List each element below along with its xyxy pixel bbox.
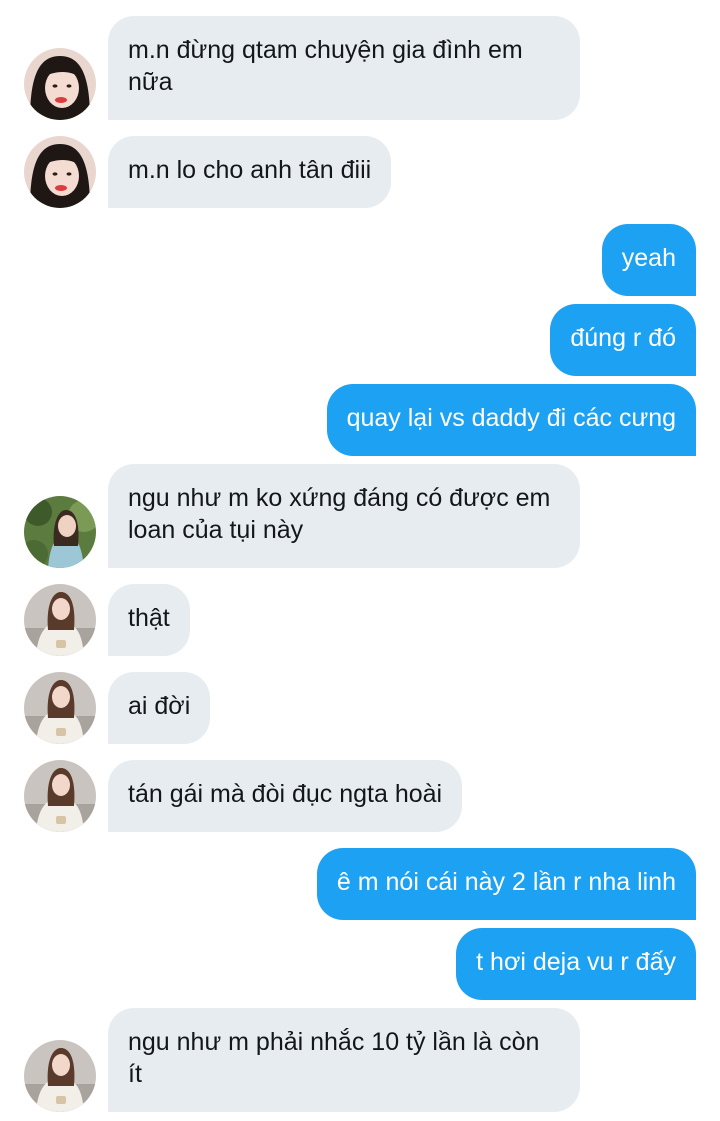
message-text: m.n đừng qtam chuyện gia đình em nữa (128, 36, 523, 96)
message-text: t hơi deja vu r đấy (476, 948, 676, 976)
message-text: m.n lo cho anh tân điii (128, 156, 372, 184)
avatar[interactable] (24, 760, 96, 832)
avatar-photo-icon (24, 760, 96, 832)
message-text: ngu như m ko xứng đáng có được em loan c… (128, 484, 551, 544)
message-text: tán gái mà đòi đục ngta hoài (128, 780, 443, 808)
incoming-message[interactable]: ngu như m phải nhắc 10 tỷ lần là còn ít (108, 1008, 580, 1112)
incoming-message[interactable]: ngu như m ko xứng đáng có được em loan c… (108, 464, 580, 568)
avatar-photo-icon (24, 496, 96, 568)
message-text: ai đời (128, 692, 191, 720)
avatar[interactable] (24, 584, 96, 656)
outgoing-message[interactable]: đúng r đó (550, 304, 696, 376)
avatar-photo-icon (24, 48, 96, 120)
message-text: ê m nói cái này 2 lần r nha linh (336, 868, 676, 896)
message-text: đúng r đó (570, 324, 676, 352)
avatar[interactable] (24, 136, 96, 208)
incoming-message[interactable]: tán gái mà đòi đục ngta hoài (108, 760, 463, 832)
incoming-message[interactable]: ai đời (108, 672, 211, 744)
avatar[interactable] (24, 496, 96, 568)
incoming-message[interactable]: m.n đừng qtam chuyện gia đình em nữa (108, 16, 580, 120)
avatar[interactable] (24, 48, 96, 120)
avatar[interactable] (24, 1040, 96, 1112)
avatar-photo-icon (24, 136, 96, 208)
avatar[interactable] (24, 672, 96, 744)
outgoing-message[interactable]: quay lại vs daddy đi các cưng (326, 384, 696, 456)
outgoing-message[interactable]: yeah (601, 224, 696, 296)
avatar-photo-icon (24, 1040, 96, 1112)
message-text: ngu như m phải nhắc 10 tỷ lần là còn ít (128, 1028, 540, 1088)
outgoing-message[interactable]: ê m nói cái này 2 lần r nha linh (316, 848, 696, 920)
message-text: yeah (621, 244, 676, 272)
avatar-photo-icon (24, 672, 96, 744)
incoming-message[interactable]: m.n lo cho anh tân điii (108, 136, 392, 208)
outgoing-message[interactable]: t hơi deja vu r đấy (456, 928, 696, 1000)
incoming-message[interactable]: thật (108, 584, 190, 656)
message-text: quay lại vs daddy đi các cưng (346, 404, 676, 432)
message-text: thật (128, 604, 170, 632)
avatar-photo-icon (24, 584, 96, 656)
